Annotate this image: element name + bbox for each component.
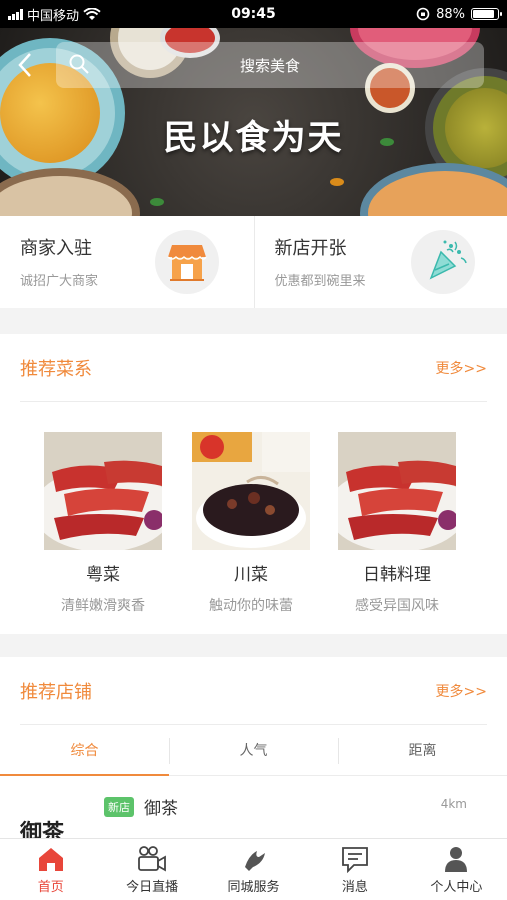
bottom-tab-bar: 首页 今日直播 同城服务 消息 个人中心	[0, 838, 507, 900]
cuisine-card-japanese-korean[interactable]: 日韩料理 感受异国风味	[338, 432, 456, 615]
tabbar-item-live[interactable]: 今日直播	[101, 839, 202, 900]
cuisine-card-sichuan[interactable]: 川菜 触动你的味蕾	[192, 432, 310, 615]
section-header: 推荐店铺 更多>>	[20, 657, 487, 725]
garnish-decoration	[330, 178, 344, 186]
cuisine-name: 粤菜	[86, 565, 120, 585]
cuisine-card-cantonese[interactable]: 粤菜 清鲜嫩滑爽香	[44, 432, 162, 615]
back-arrow-icon[interactable]	[14, 50, 36, 80]
tab-popularity[interactable]: 人气	[169, 726, 338, 775]
section-header: 推荐菜系 更多>>	[20, 334, 487, 402]
cuisine-name: 日韩料理	[363, 565, 431, 585]
merchant-join-card[interactable]: 商家入驻 诚招广大商家	[0, 216, 254, 308]
shop-list-item[interactable]: 御茶 新店 御茶 4km	[0, 777, 507, 847]
battery-icon	[471, 8, 502, 20]
tabbar-label: 消息	[341, 880, 368, 895]
signal-icon	[8, 8, 23, 20]
tabbar-label: 今日直播	[126, 880, 179, 895]
tabbar-label: 同城服务	[227, 880, 280, 895]
new-store-card[interactable]: 新店开张 优惠都到碗里来	[253, 216, 507, 308]
recommended-cuisine-section: 推荐菜系 更多>> 粤菜 清鲜嫩滑爽香 川菜 触动你的味蕾 日韩料理 感受异国风…	[0, 334, 507, 634]
tabbar-item-messages[interactable]: 消息	[304, 839, 405, 900]
storefront-icon	[155, 230, 219, 294]
tabbar-item-local-service[interactable]: 同城服务	[203, 839, 304, 900]
tab-overall[interactable]: 综合	[0, 726, 169, 776]
food-plate-image	[360, 163, 507, 216]
app-screen: 中国移动 09:45 88% 搜索美食 民以食为天 商家入驻 诚招广大商家 新店…	[0, 0, 507, 900]
carrier-label: 中国移动	[27, 8, 80, 24]
shop-sort-tabs: 综合 人气 距离	[0, 726, 507, 776]
tabbar-item-home[interactable]: 首页	[0, 839, 101, 900]
tabbar-label: 个人中心	[430, 880, 483, 895]
message-icon	[342, 847, 368, 873]
user-icon	[445, 847, 468, 872]
tabbar-label: 首页	[37, 880, 64, 895]
section-title: 推荐店铺	[20, 681, 92, 703]
promo-cards: 商家入驻 诚招广大商家 新店开张 优惠都到碗里来	[0, 216, 507, 308]
bird-icon	[244, 851, 265, 871]
cuisine-desc: 感受异国风味	[355, 598, 439, 614]
cuisine-desc: 清鲜嫩滑爽香	[61, 598, 145, 614]
search-bar[interactable]: 搜索美食	[56, 42, 484, 88]
cuisine-image	[44, 432, 162, 550]
cuisine-desc: 触动你的味蕾	[209, 598, 293, 614]
party-popper-icon	[410, 230, 475, 294]
battery-percent: 88%	[436, 6, 465, 22]
new-store-badge: 新店	[104, 797, 134, 817]
search-placeholder: 搜索美食	[239, 56, 300, 75]
home-icon	[38, 848, 63, 871]
more-link[interactable]: 更多>>	[436, 358, 487, 378]
hero-banner: 搜索美食 民以食为天	[0, 28, 507, 216]
section-title: 推荐菜系	[20, 358, 92, 380]
cuisine-image	[338, 432, 456, 550]
orientation-lock-icon	[416, 7, 430, 21]
shop-name: 御茶	[144, 799, 178, 819]
tab-distance[interactable]: 距离	[338, 726, 507, 775]
shop-distance: 4km	[440, 797, 467, 811]
wifi-icon	[83, 7, 101, 20]
video-camera-icon	[138, 846, 167, 872]
banner-slogan: 民以食为天	[163, 118, 344, 158]
cuisine-name: 川菜	[234, 565, 268, 585]
more-link[interactable]: 更多>>	[436, 681, 487, 701]
tabbar-item-profile[interactable]: 个人中心	[406, 839, 507, 900]
cuisine-image	[192, 432, 310, 550]
search-icon	[69, 54, 89, 74]
status-bar: 中国移动 09:45 88%	[0, 0, 507, 28]
food-plate-image	[0, 168, 140, 216]
garnish-decoration	[150, 198, 164, 206]
